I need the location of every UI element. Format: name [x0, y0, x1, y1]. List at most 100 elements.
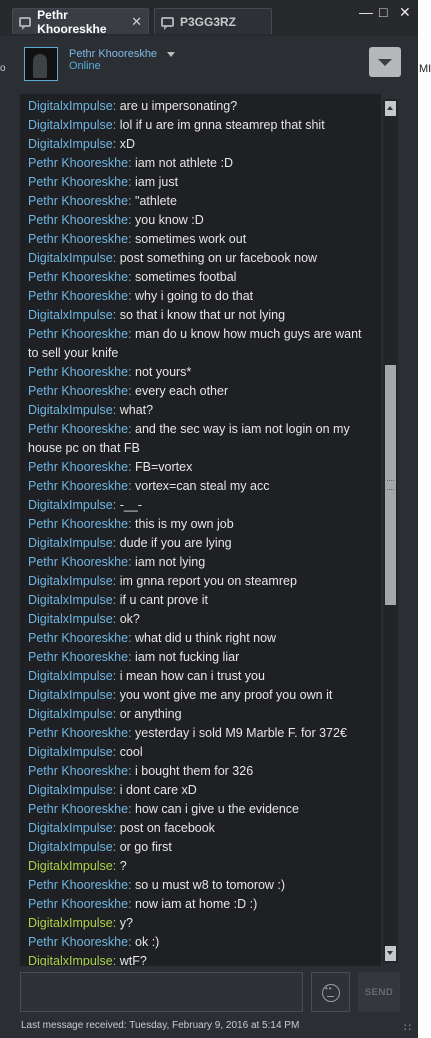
message-sender: DigitalxImpulse: [28, 859, 113, 873]
message-text: i mean how can i trust you: [119, 669, 265, 683]
chat-message: Pethr Khooreskhe: man do u know how much…: [28, 325, 368, 363]
message-sender: DigitalxImpulse: [28, 308, 113, 322]
chat-message: DigitalxImpulse: if u cant prove it: [28, 591, 368, 610]
message-colon: :: [128, 213, 136, 227]
chat-message: Pethr Khooreskhe: what did u think right…: [28, 629, 368, 648]
message-sender: DigitalxImpulse: [28, 536, 113, 550]
chat-message: Pethr Khooreskhe: not yours*: [28, 363, 368, 382]
message-sender: DigitalxImpulse: [28, 99, 113, 113]
message-colon: :: [112, 688, 120, 702]
last-message-status: Last message received: Tuesday, February…: [21, 1020, 300, 1031]
chat-message: Pethr Khooreskhe: this is my own job: [28, 515, 368, 534]
chat-message: Pethr Khooreskhe: yesterday i sold M9 Ma…: [28, 724, 368, 743]
avatar[interactable]: [24, 47, 58, 81]
message-text: you wont give me any proof you own it: [119, 688, 333, 702]
message-colon: :: [128, 650, 136, 664]
tab-p3gg3rz[interactable]: P3GG3RZ: [154, 8, 272, 34]
message-text: iam just: [135, 175, 179, 189]
message-colon: :: [112, 707, 120, 721]
chat-message: DigitalxImpulse: ?: [28, 857, 368, 876]
message-sender: DigitalxImpulse: [28, 251, 113, 265]
chat-message: Pethr Khooreskhe: iam not fucking liar: [28, 648, 368, 667]
chat-window: Pethr Khooreskhe ✕ P3GG3RZ — □ ✕ Pethr K…: [0, 0, 419, 1038]
message-sender: Pethr Khooreskhe: [28, 422, 129, 436]
tab-pethr-khooreskhe[interactable]: Pethr Khooreskhe ✕: [12, 8, 149, 36]
friend-name-label: Pethr Khooreskhe: [69, 48, 158, 60]
scroll-up-icon[interactable]: [385, 101, 396, 116]
message-colon: :: [128, 897, 136, 911]
message-sender: Pethr Khooreskhe: [28, 384, 129, 398]
message-text: -__-: [119, 498, 142, 512]
message-colon: :: [112, 745, 120, 759]
chat-message: DigitalxImpulse: are u impersonating?: [28, 97, 368, 116]
resize-grip-icon[interactable]: [404, 1021, 415, 1035]
message-sender: Pethr Khooreskhe: [28, 156, 129, 170]
options-dropdown-button[interactable]: [369, 47, 401, 77]
message-text: im gnna report you on steamrep: [119, 574, 297, 588]
message-text: this is my own job: [135, 517, 234, 531]
message-colon: :: [112, 137, 120, 151]
message-text: lol if u are im gnna steamrep that shit: [119, 118, 325, 132]
message-text: you know :D: [135, 213, 204, 227]
message-sender: DigitalxImpulse: [28, 840, 113, 854]
message-text: what?: [119, 403, 154, 417]
chat-message: Pethr Khooreskhe: you know :D: [28, 211, 368, 230]
message-colon: :: [128, 175, 136, 189]
emoji-button[interactable]: [311, 972, 350, 1012]
message-text: ?: [119, 859, 127, 873]
maximize-button[interactable]: □: [379, 4, 387, 20]
message-sender: Pethr Khooreskhe: [28, 764, 129, 778]
message-colon: :: [112, 593, 120, 607]
chat-message: Pethr Khooreskhe: sometimes footbal: [28, 268, 368, 287]
message-text: dude if you are lying: [119, 536, 232, 550]
close-window-button[interactable]: ✕: [399, 4, 411, 21]
message-sender: DigitalxImpulse: [28, 612, 113, 626]
message-colon: :: [128, 802, 136, 816]
chat-message: DigitalxImpulse: y?: [28, 914, 368, 933]
friend-status: Online: [69, 60, 101, 72]
message-text: xD: [119, 137, 135, 151]
message-sender: Pethr Khooreskhe: [28, 194, 129, 208]
message-sender: Pethr Khooreskhe: [28, 802, 129, 816]
chat-message: Pethr Khooreskhe: ok :): [28, 933, 368, 952]
message-sender: Pethr Khooreskhe: [28, 289, 129, 303]
message-colon: :: [128, 726, 136, 740]
message-text: wtF?: [119, 954, 147, 966]
scroll-down-icon[interactable]: [385, 946, 396, 961]
message-sender: Pethr Khooreskhe: [28, 479, 129, 493]
message-input[interactable]: [20, 972, 303, 1012]
minimize-button[interactable]: —: [359, 4, 373, 20]
chat-message: DigitalxImpulse: -__-: [28, 496, 368, 515]
message-colon: :: [128, 935, 136, 949]
chat-message: Pethr Khooreskhe: how can i give u the e…: [28, 800, 368, 819]
message-sender: DigitalxImpulse: [28, 821, 113, 835]
message-colon: :: [112, 821, 120, 835]
chat-message: DigitalxImpulse: or go first: [28, 838, 368, 857]
message-text: "athlete: [135, 194, 177, 208]
friend-name[interactable]: Pethr Khooreskhe: [69, 48, 176, 60]
message-sender: DigitalxImpulse: [28, 574, 113, 588]
close-tab-icon[interactable]: ✕: [131, 14, 142, 30]
chat-message: DigitalxImpulse: dude if you are lying: [28, 534, 368, 553]
message-sender: Pethr Khooreskhe: [28, 365, 129, 379]
message-colon: :: [112, 916, 120, 930]
message-colon: :: [128, 365, 136, 379]
message-sender: DigitalxImpulse: [28, 916, 113, 930]
chat-message: Pethr Khooreskhe: why i going to do that: [28, 287, 368, 306]
message-text: FB=vortex: [135, 460, 193, 474]
message-sender: Pethr Khooreskhe: [28, 232, 129, 246]
message-sender: Pethr Khooreskhe: [28, 327, 129, 341]
smiley-icon: [322, 984, 340, 1002]
chat-message: DigitalxImpulse: post on facebook: [28, 819, 368, 838]
background-window: MI: [418, 0, 431, 1038]
message-colon: :: [128, 232, 136, 246]
chat-message: DigitalxImpulse: you wont give me any pr…: [28, 686, 368, 705]
friend-header: [0, 36, 418, 90]
message-sender: DigitalxImpulse: [28, 137, 113, 151]
chat-message: DigitalxImpulse: im gnna report you on s…: [28, 572, 368, 591]
send-button[interactable]: SEND: [358, 972, 400, 1012]
message-sender: Pethr Khooreskhe: [28, 897, 129, 911]
chat-log[interactable]: DigitalxImpulse: are u impersonating? Dig…: [20, 94, 381, 966]
chat-message: DigitalxImpulse: ok?: [28, 610, 368, 629]
message-colon: :: [112, 783, 120, 797]
